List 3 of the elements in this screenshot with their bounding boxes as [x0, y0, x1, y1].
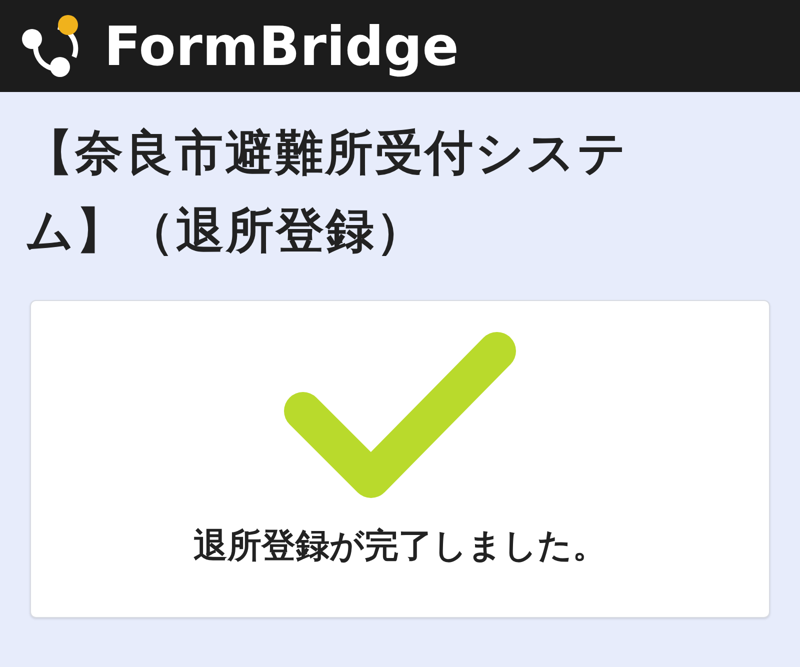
- completion-message: 退所登録が完了しました。: [194, 525, 606, 568]
- brand-name: FormBridge: [104, 14, 459, 78]
- form-title: 【奈良市避難所受付システム】（退所登録）: [25, 124, 629, 261]
